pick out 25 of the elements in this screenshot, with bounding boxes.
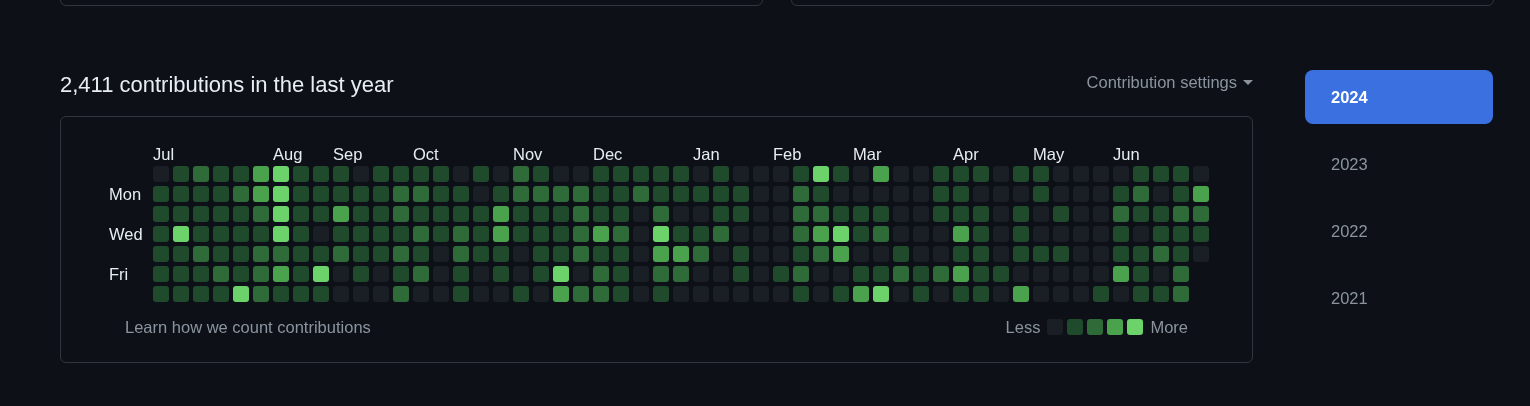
weekday-label: Fri — [109, 266, 129, 282]
weekday-label: Wed — [109, 226, 143, 242]
month-label: Dec — [593, 146, 624, 162]
learn-link[interactable]: Learn how we count contributions — [125, 315, 371, 340]
month-label: Mar — [853, 146, 883, 162]
contributions-heading: 2,411 contributions in the last year — [60, 71, 394, 99]
contribution-settings-button[interactable]: Contribution settings — [1086, 69, 1253, 95]
legend-less-label: Less — [1005, 317, 1041, 338]
month-label: Jul — [153, 146, 176, 162]
year-link[interactable]: 2024 — [1305, 70, 1493, 124]
month-label: Jun — [1113, 146, 1141, 162]
month-label: Aug — [273, 146, 304, 162]
year-link[interactable]: 2021 — [1305, 271, 1493, 325]
year-link[interactable]: 2022 — [1305, 204, 1493, 258]
weekday-label: Mon — [109, 186, 142, 202]
month-label: Feb — [773, 146, 803, 162]
month-label: Oct — [413, 146, 440, 162]
caret-icon — [1243, 79, 1253, 85]
month-label: Sep — [333, 146, 364, 162]
month-label: May — [1033, 146, 1066, 162]
month-label: Jan — [693, 146, 721, 162]
legend-more-label: More — [1150, 317, 1188, 338]
month-label: Apr — [953, 146, 980, 162]
month-label: Nov — [513, 146, 544, 162]
year-link[interactable]: 2023 — [1305, 137, 1493, 191]
